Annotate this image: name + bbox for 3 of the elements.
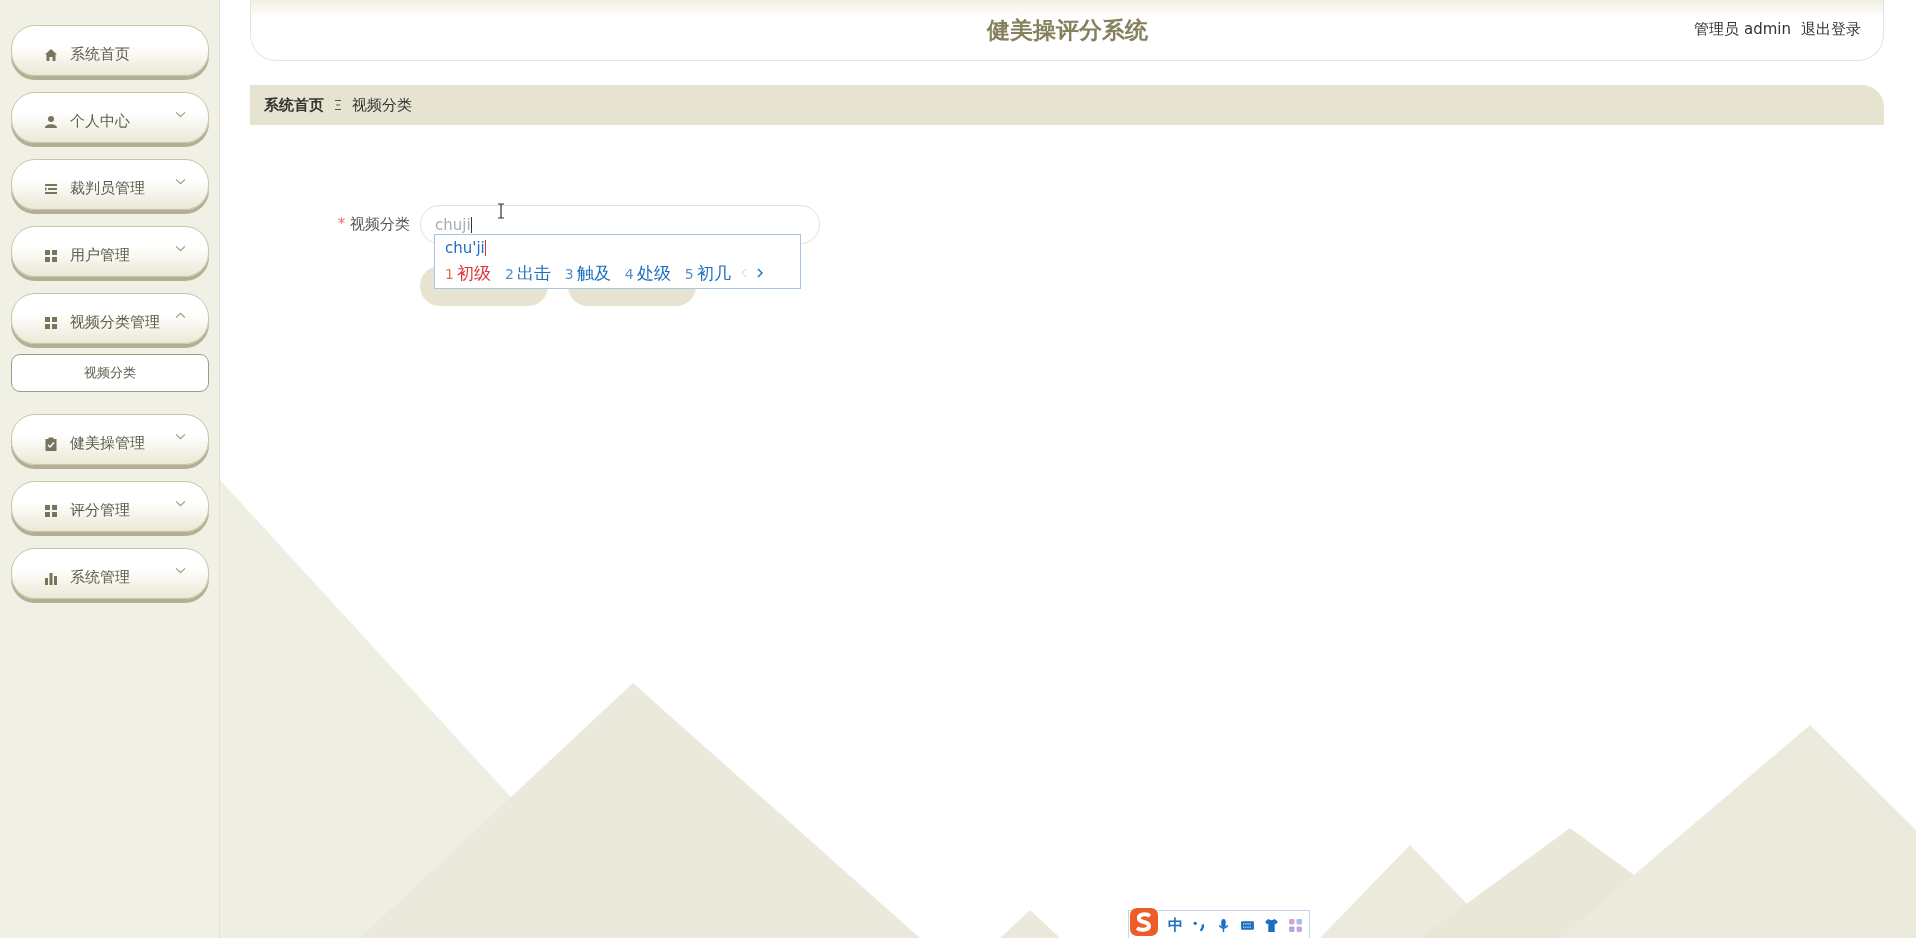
user-label: 管理员 admin [1694,20,1791,39]
field-label: * 视频分类 [336,215,410,234]
app-title: 健美操评分系统 [986,15,1148,45]
